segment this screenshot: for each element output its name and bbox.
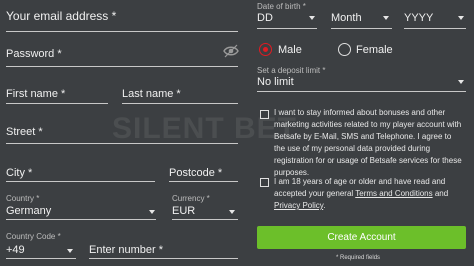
privacy-policy-link[interactable]: Privacy Policy [274, 201, 323, 210]
dob-day-select[interactable]: DD [257, 12, 273, 24]
create-account-button[interactable]: Create Account [257, 226, 466, 249]
radio-male[interactable] [259, 43, 272, 56]
country-label-text: Country * [6, 194, 40, 203]
create-account-label: Create Account [327, 232, 396, 243]
marketing-consent-text-content: I want to stay informed about bonuses an… [274, 108, 462, 177]
currency-label-text: Currency * [172, 194, 210, 203]
last-name-underline [122, 103, 238, 104]
street-placeholder: Street * [6, 126, 43, 138]
dob-day-underline [257, 28, 317, 29]
chevron-down-icon[interactable] [67, 249, 73, 253]
male-label[interactable]: Male [278, 44, 302, 56]
and-text: and [434, 189, 449, 198]
currency-select[interactable]: EUR [172, 205, 195, 217]
terms-link[interactable]: Terms and Conditions [355, 189, 432, 198]
marketing-checkbox[interactable] [260, 110, 269, 119]
dob-label-text: Date of birth * [257, 2, 306, 11]
eye-icon[interactable] [223, 44, 239, 58]
chevron-down-icon[interactable] [229, 210, 235, 214]
first-name-field[interactable]: First name * [6, 88, 65, 100]
chevron-down-icon[interactable] [458, 80, 464, 84]
deposit-limit-underline [257, 91, 466, 92]
country-underline [6, 219, 156, 220]
dob-label: Date of birth * [257, 2, 306, 11]
city-placeholder: City * [6, 167, 33, 179]
deposit-limit-select[interactable]: No limit [257, 76, 294, 88]
password-field[interactable]: Password * [6, 48, 62, 60]
marketing-consent-text: I want to stay informed about bonuses an… [274, 107, 464, 179]
postcode-field[interactable]: Postcode * [169, 167, 222, 179]
currency-underline [172, 219, 238, 220]
country-select[interactable]: Germany [6, 205, 51, 217]
female-label-text: Female [356, 44, 393, 56]
dob-month-select[interactable]: Month [331, 12, 362, 24]
chevron-down-icon[interactable] [149, 210, 155, 214]
age-terms-checkbox[interactable] [260, 178, 269, 187]
period-text: . [323, 201, 326, 210]
age-terms-text: I am 18 years of age or older and have r… [274, 176, 464, 212]
country-code-label-text: Country Code * [6, 232, 61, 241]
dob-year-value: YYYY [404, 12, 434, 24]
chevron-down-icon[interactable] [458, 16, 464, 20]
required-fields-note: * Required fields [336, 255, 381, 261]
watermark: SILENT BET [112, 112, 297, 146]
street-underline [6, 143, 238, 144]
dob-year-select[interactable]: YYYY [404, 12, 433, 24]
email-underline [6, 31, 238, 32]
first-name-underline [6, 103, 108, 104]
dob-month-underline [331, 28, 392, 29]
female-label[interactable]: Female [356, 44, 393, 56]
country-code-select[interactable]: +49 [6, 244, 25, 256]
country-code-underline [6, 258, 76, 259]
country-code-value: +49 [6, 244, 25, 256]
deposit-limit-label: Set a deposit limit * [257, 66, 325, 75]
male-label-text: Male [278, 44, 302, 56]
email-field[interactable]: Your email address * [6, 9, 116, 23]
phone-number-underline [89, 258, 238, 259]
watermark-text: SILENT BET [112, 112, 298, 145]
radio-female[interactable] [338, 43, 351, 56]
phone-number-field[interactable]: Enter number * [89, 244, 163, 256]
chevron-down-icon[interactable] [309, 16, 315, 20]
street-field[interactable]: Street * [6, 126, 43, 138]
dob-month-value: Month [331, 12, 362, 24]
dob-day-value: DD [257, 12, 273, 24]
city-field[interactable]: City * [6, 167, 32, 179]
last-name-field[interactable]: Last name * [122, 88, 181, 100]
dob-year-underline [404, 28, 466, 29]
deposit-limit-label-text: Set a deposit limit * [257, 66, 326, 75]
last-name-placeholder: Last name * [122, 88, 181, 100]
city-underline [6, 181, 155, 182]
chevron-down-icon[interactable] [383, 16, 389, 20]
password-placeholder: Password * [6, 48, 62, 60]
postcode-underline [169, 181, 238, 182]
first-name-placeholder: First name * [6, 88, 66, 100]
currency-label: Currency * [172, 194, 210, 203]
country-label: Country * [6, 194, 39, 203]
currency-value: EUR [172, 205, 196, 217]
password-underline [6, 66, 238, 67]
postcode-placeholder: Postcode * [169, 167, 223, 179]
country-code-label: Country Code * [6, 232, 61, 241]
deposit-limit-value: No limit [257, 76, 294, 88]
phone-number-placeholder: Enter number * [89, 244, 163, 256]
country-value: Germany [6, 205, 52, 217]
email-placeholder: Your email address * [6, 9, 117, 23]
